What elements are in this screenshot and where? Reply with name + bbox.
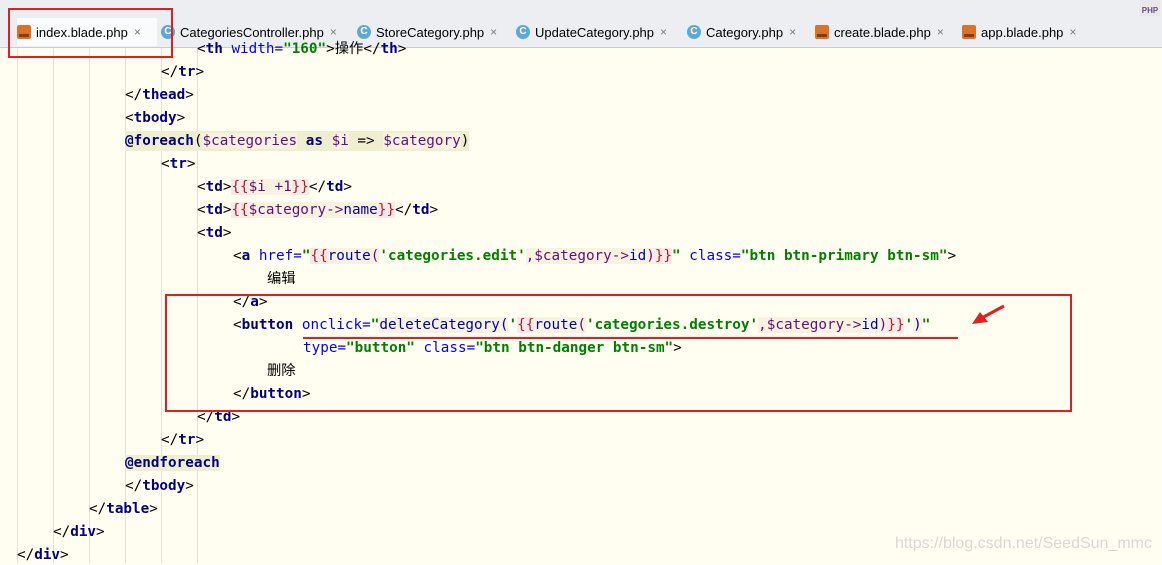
code-line: @foreach($categories as $i => $category) — [125, 131, 470, 151]
code-line: <a href="{{route('categories.edit',$cate… — [233, 248, 957, 264]
tab-label: app.blade.php — [981, 24, 1064, 40]
tab-update-category[interactable]: C UpdateCategory.php × — [516, 18, 667, 46]
code-line: </div> — [53, 524, 105, 540]
editor-tab-bar: index.blade.php × C CategoriesController… — [0, 0, 1162, 48]
code-line: </tr> — [161, 64, 205, 80]
class-file-icon: C — [357, 25, 371, 39]
tab-create-blade[interactable]: create.blade.php × — [815, 18, 944, 46]
blade-file-icon — [962, 25, 976, 39]
class-file-icon: C — [687, 25, 701, 39]
tab-label: StoreCategory.php — [376, 24, 485, 40]
tab-label: Category.php — [706, 24, 784, 40]
watermark: https://blog.csdn.net/SeedSun_mmc — [894, 535, 1152, 552]
tab-category[interactable]: C Category.php × — [687, 18, 796, 46]
close-icon[interactable]: × — [937, 25, 944, 39]
code-line: <td>{{$category->name}}</td> — [197, 202, 439, 218]
class-file-icon: C — [516, 25, 530, 39]
annotation-highlight-box-tab — [8, 8, 173, 58]
code-line: </thead> — [125, 87, 194, 103]
code-line: <th width="160">操作</th> — [197, 41, 407, 57]
indent-guide — [53, 48, 54, 563]
close-icon[interactable]: × — [660, 25, 667, 39]
tab-app-blade[interactable]: app.blade.php × — [962, 18, 1076, 46]
annotation-arrow-icon — [972, 304, 1005, 324]
close-icon[interactable]: × — [1069, 25, 1076, 39]
annotation-underline — [303, 337, 958, 339]
code-line: <tbody> — [125, 110, 186, 126]
code-line: <tr> — [161, 156, 196, 172]
tab-label: CategoriesController.php — [180, 24, 324, 40]
close-icon[interactable]: × — [330, 25, 337, 39]
close-icon[interactable]: × — [490, 25, 497, 39]
code-line: </table> — [89, 501, 158, 517]
code-line: </tbody> — [125, 478, 194, 494]
close-icon[interactable]: × — [789, 25, 796, 39]
annotation-highlight-box-code — [165, 294, 1072, 412]
code-line: </div> — [17, 547, 69, 563]
blade-file-icon — [815, 25, 829, 39]
code-line: <td>{{$i +1}}</td> — [197, 179, 352, 195]
code-line: </tr> — [161, 432, 205, 448]
indent-guide — [89, 48, 90, 563]
tab-label: UpdateCategory.php — [535, 24, 655, 40]
code-line: @endforeach — [125, 455, 220, 471]
code-line: <td> — [197, 225, 232, 241]
code-line: 编辑 — [267, 271, 296, 287]
tab-label: create.blade.php — [834, 24, 931, 40]
indent-guide — [17, 48, 18, 563]
php-file-icon: PHP — [1140, 0, 1160, 16]
